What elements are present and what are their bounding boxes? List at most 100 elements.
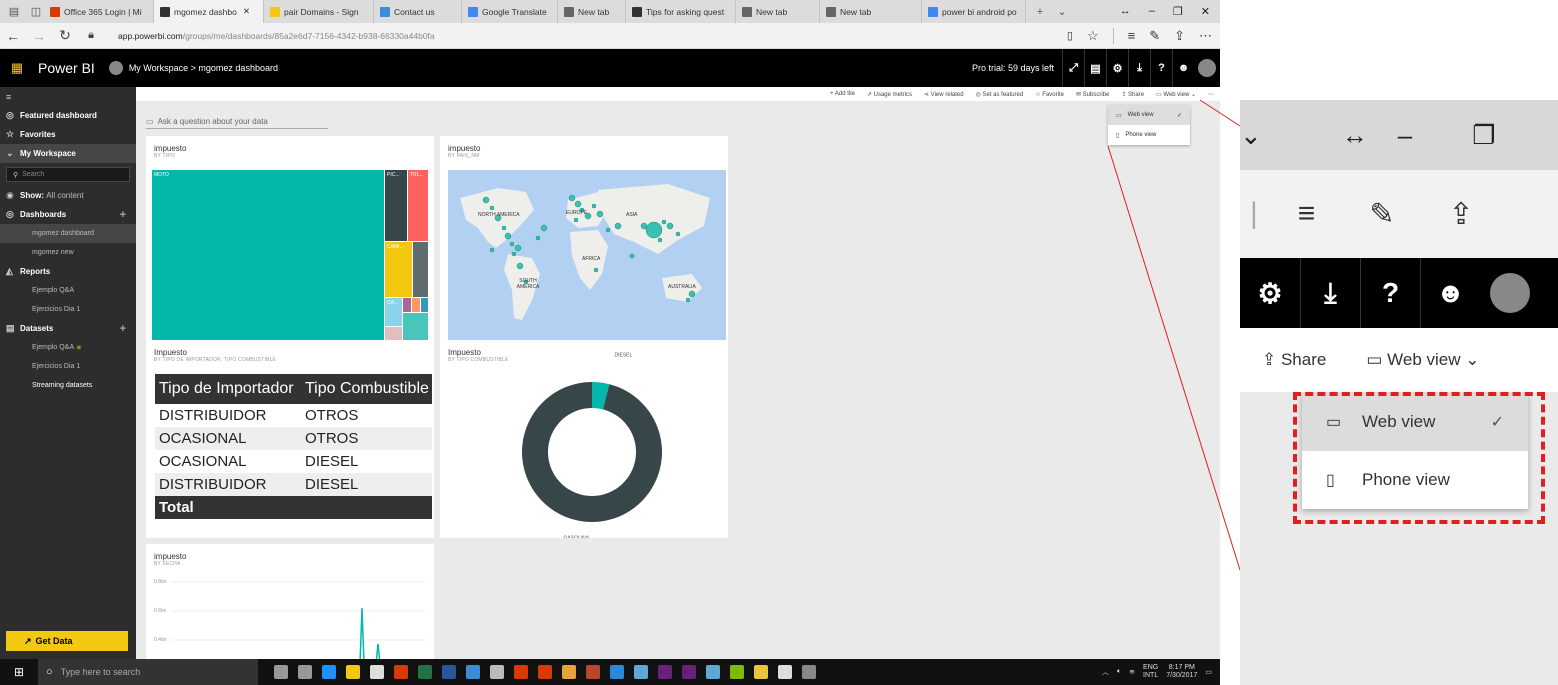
map-bubble[interactable] [645,221,663,239]
taskbar-search[interactable]: ○ Type here to search [38,659,258,685]
map-bubble[interactable] [568,194,576,202]
web-view-dropdown[interactable]: ▭ Web view ⌄ [1156,91,1196,98]
volume-icon[interactable]: 🔈︎ [1117,668,1121,676]
treemap-block[interactable] [413,242,428,297]
url-field[interactable]: app.powerbi.com/groups/me/dashboards/85a… [118,31,435,41]
forward-icon[interactable]: → [26,28,52,44]
map-bubble[interactable] [489,247,495,253]
taskbar-app-icon[interactable] [322,665,336,679]
taskbar-app-icon[interactable] [754,665,768,679]
taskbar-app-icon[interactable] [298,665,312,679]
share-icon[interactable]: ⇪ [1174,28,1185,44]
browser-tab[interactable]: mgomez dashbo ✕ [154,0,264,23]
download-icon[interactable]: ⤓ [1128,49,1150,87]
nav-datasets[interactable]: ▤ Datasets + [0,319,136,338]
map-bubble[interactable] [574,200,582,208]
trial-status[interactable]: Pro trial: 59 days left [964,63,1062,73]
add-dataset-icon[interactable]: + [120,323,126,335]
notifications-icon[interactable]: ▤ [1084,49,1106,87]
user-avatar[interactable] [1198,59,1216,77]
taskbar-app-icon[interactable] [346,665,360,679]
add-tile-button[interactable]: + Add tile [830,91,855,97]
qa-input[interactable]: ▭ Ask a question about your data [146,114,328,129]
map-bubble[interactable] [511,251,517,257]
map-bubble[interactable] [593,267,599,273]
app-launcher-icon[interactable]: ▦ [0,49,34,87]
treemap-block-pic[interactable]: PIC... [385,170,407,241]
browser-tab[interactable]: Google Translate [462,0,558,23]
tab-preview-icon[interactable]: ▤ [6,4,22,20]
web-note-icon[interactable]: ✎ [1149,28,1160,44]
close-tab-icon[interactable]: ✕ [243,6,250,17]
back-icon[interactable]: ← [0,28,26,44]
browser-tab[interactable]: Tips for asking quest [626,0,736,23]
map-bubble[interactable] [509,241,515,247]
map-bubble[interactable] [504,232,512,240]
settings-gear-icon[interactable]: ⚙ [1106,49,1128,87]
browser-tab[interactable]: Contact us [374,0,462,23]
taskbar-app-icon[interactable] [538,665,552,679]
map-bubble[interactable] [535,235,541,241]
nav-dashboard-item[interactable]: mgomez new [0,243,136,262]
hamburger-icon[interactable]: ≡ [6,92,20,102]
browser-tab[interactable]: power bi android po [922,0,1026,23]
map-bubble[interactable] [614,222,622,230]
nav-favorites[interactable]: ☆ Favorites [0,125,136,144]
taskbar-app-icon[interactable] [466,665,480,679]
map-bubble[interactable] [573,217,579,223]
start-windows-icon[interactable]: ⊞ [0,659,38,685]
browser-tab[interactable]: pair Domains - Sign [264,0,374,23]
favorite-button[interactable]: ☆ Favorite [1035,91,1064,98]
feedback-smiley-icon[interactable]: ☻ [1172,49,1194,87]
map-bubble[interactable] [489,205,495,211]
action-center-icon[interactable]: ▭ [1205,668,1212,676]
treemap-block-trl[interactable]: TRL... [408,170,428,241]
expand-icon[interactable]: ⤢ [1062,49,1084,87]
taskbar-app-icon[interactable] [706,665,720,679]
usage-metrics-button[interactable]: ↗ Usage metrics [867,91,912,98]
treemap-block[interactable] [403,298,411,312]
taskbar-app-icon[interactable] [394,665,408,679]
nav-dataset-item[interactable]: Streaming datasets [0,376,136,395]
map-bubble[interactable] [688,290,696,298]
map-bubble[interactable] [514,244,522,252]
taskbar-app-icon[interactable] [658,665,672,679]
nav-featured-dashboard[interactable]: ◎ Featured dashboard [0,106,136,125]
browser-tab[interactable]: Office 365 Login | Mi [44,0,154,23]
wifi-icon[interactable]: ≋ [1129,668,1135,676]
donut-slice[interactable] [522,382,662,522]
web-view-option[interactable]: ▭ Web view ✓ [1108,105,1190,125]
map-bubble[interactable] [540,224,548,232]
map-bubble[interactable] [629,253,635,259]
map-bubble[interactable] [685,297,691,303]
map-bubble[interactable] [591,203,597,209]
table-tile[interactable]: Impuesto BY TIPO DE IMPORTADOR, TIPO COM… [146,340,434,538]
browser-tab[interactable]: New tab [558,0,626,23]
favorite-star-icon[interactable]: ☆ [1087,28,1099,44]
nav-dataset-item[interactable]: Ejemplo Q&A ✳ [0,338,136,357]
help-icon[interactable]: ? [1150,49,1172,87]
tray-chevron-icon[interactable]: ︿ [1102,667,1109,677]
world-map[interactable]: NORTH AMERICA EUROPE ASIA AFRICA SOUTH A… [448,170,726,352]
get-data-button[interactable]: ↗ Get Data [6,631,128,651]
resize-icon[interactable]: ↔ [1120,5,1131,18]
nav-report-item[interactable]: Ejemplo Q&A [0,281,136,300]
nav-report-item[interactable]: Ejercicios Dia 1 [0,300,136,319]
taskbar-app-icon[interactable] [514,665,528,679]
nav-dashboard-item[interactable]: mgomez dashboard [0,224,136,243]
refresh-icon[interactable]: ↻ [52,27,78,44]
language-indicator[interactable]: ENG INTL [1143,664,1158,680]
treemap-block[interactable] [421,298,428,312]
tab-list-chevron-icon[interactable]: ⌄ [1054,4,1070,20]
taskbar-app-icon[interactable] [442,665,456,679]
treemap-block[interactable] [412,298,420,312]
nav-dataset-item[interactable]: Ejercicios Dia 1 [0,357,136,376]
more-icon[interactable]: ⋯ [1199,28,1212,44]
nav-collapse[interactable]: ≡ [0,87,136,106]
treemap-block-ca[interactable]: CA... [385,298,402,326]
taskbar-app-icon[interactable] [802,665,816,679]
browser-tab[interactable]: New tab [736,0,820,23]
add-dashboard-icon[interactable]: + [120,209,126,221]
share-button[interactable]: ⇪ Share [1121,91,1144,98]
map-bubble[interactable] [661,219,667,225]
